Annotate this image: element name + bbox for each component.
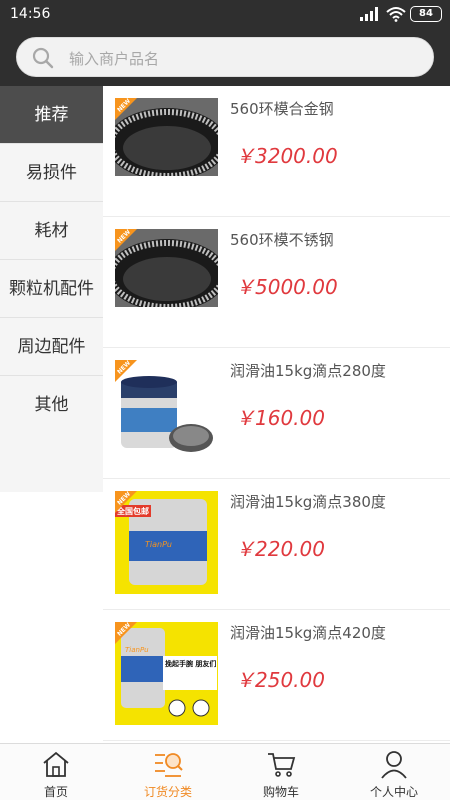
search-header: 输入商户品名 [0, 28, 450, 86]
product-name: 润滑油15kg滴点280度 [230, 362, 386, 380]
product-image: NEW [115, 98, 218, 176]
product-list: NEW 560环模合金钢 ￥3200.00 NEW 560环模不锈钢 ￥5000… [103, 86, 450, 743]
tab-label: 个人中心 [369, 785, 418, 799]
product-image: TianPu 挽起手腕 朋友们 惊呆了 NEW [115, 622, 218, 725]
search-placeholder: 输入商户品名 [69, 50, 160, 68]
sidebar-item-peripheral-parts[interactable]: 周边配件 [0, 318, 103, 376]
image-promo-text: 全国包邮 [116, 506, 149, 516]
category-sidebar: 推荐 易损件 耗材 颗粒机配件 周边配件 其他 [0, 86, 103, 492]
wifi-icon [386, 7, 406, 22]
sidebar-item-other[interactable]: 其他 [0, 376, 103, 434]
category-icon [155, 753, 183, 777]
product-item[interactable]: TianPu 全国包邮 NEW 润滑油15kg滴点380度 ￥220.00 [103, 479, 450, 610]
tab-cart[interactable]: 购物车 [225, 744, 337, 800]
product-name: 560环模合金钢 [230, 100, 334, 118]
image-slogan-text: 挽起手腕 朋友们 惊呆了 [165, 659, 218, 668]
product-name: 润滑油15kg滴点380度 [230, 493, 386, 511]
tab-label: 购物车 [262, 785, 299, 799]
user-icon [381, 751, 407, 779]
product-image: NEW [115, 229, 218, 307]
product-price: ￥5000.00 [235, 275, 338, 299]
product-price: ￥250.00 [235, 668, 325, 692]
search-input[interactable]: 输入商户品名 [16, 37, 434, 77]
image-brand: TianPu [125, 646, 149, 654]
status-time: 14:56 [10, 6, 51, 22]
cart-icon [268, 753, 296, 777]
product-item[interactable]: NEW 润滑油15kg滴点280度 ￥160.00 [103, 348, 450, 479]
tab-label: 订货分类 [143, 785, 192, 799]
product-price: ￥160.00 [235, 406, 325, 430]
product-name: 润滑油15kg滴点420度 [230, 624, 386, 642]
product-item[interactable]: NEW 560环模不锈钢 ￥5000.00 [103, 217, 450, 348]
product-image: TianPu 全国包邮 NEW [115, 491, 218, 594]
product-price: ￥3200.00 [235, 144, 338, 168]
sidebar-item-recommend[interactable]: 推荐 [0, 86, 103, 144]
image-brand: TianPu [145, 540, 172, 549]
product-image: NEW [115, 360, 218, 463]
battery-indicator: 84 [410, 6, 442, 22]
home-icon [43, 751, 69, 777]
product-price: ￥220.00 [235, 537, 325, 561]
sidebar-item-pellet-parts[interactable]: 颗粒机配件 [0, 260, 103, 318]
bottom-tab-bar: 首页 订货分类 购物车 个人中心 [0, 743, 450, 800]
status-bar: 14:56 84 [0, 0, 450, 28]
product-name: 560环模不锈钢 [230, 231, 334, 249]
product-item[interactable]: NEW 560环模合金钢 ￥3200.00 [103, 86, 450, 217]
sidebar-item-consumables[interactable]: 耗材 [0, 202, 103, 260]
search-icon [32, 47, 54, 69]
tab-label: 首页 [43, 785, 68, 799]
tab-home[interactable]: 首页 [0, 744, 112, 800]
tab-category[interactable]: 订货分类 [112, 744, 224, 800]
signal-icon [360, 7, 378, 21]
sidebar-item-wear-parts[interactable]: 易损件 [0, 144, 103, 202]
product-item[interactable]: TianPu 挽起手腕 朋友们 惊呆了 NEW 润滑油15kg滴点420度 ￥2… [103, 610, 450, 741]
tab-profile[interactable]: 个人中心 [338, 744, 450, 800]
